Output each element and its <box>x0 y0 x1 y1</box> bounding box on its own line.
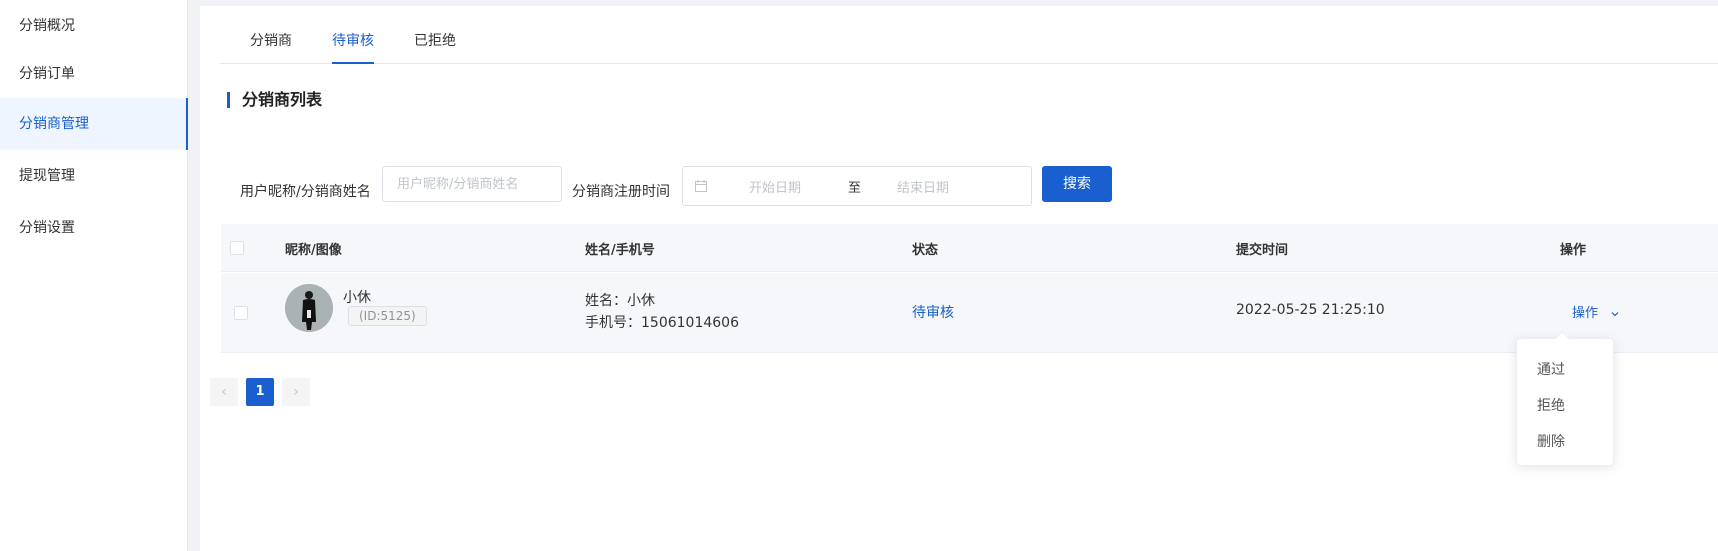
column-header-nickname: 昵称/图像 <box>285 243 342 258</box>
sidebar-item-label: 分销概况 <box>19 18 75 34</box>
pagination-prev-button[interactable]: ‹ <box>210 378 238 406</box>
chevron-down-icon <box>1611 311 1619 316</box>
avatar-figure-icon <box>285 284 333 332</box>
sidebar-item-label: 分销商管理 <box>19 116 89 132</box>
actions-label: 操作 <box>1572 306 1599 321</box>
sidebar: 分销概况 分销订单 分销商管理 提现管理 分销设置 <box>0 0 188 551</box>
sidebar-item-orders[interactable]: 分销订单 <box>0 48 188 100</box>
calendar-icon <box>695 180 707 192</box>
column-header-submit-time: 提交时间 <box>1236 243 1289 258</box>
pagination-next-button[interactable]: › <box>282 378 310 406</box>
actions-dropdown-menu: 通过 拒绝 删除 <box>1516 330 1614 466</box>
date-separator: 至 <box>848 181 862 196</box>
pagination-page-1[interactable]: 1 <box>246 378 274 406</box>
search-button[interactable]: 搜索 <box>1042 166 1112 202</box>
select-all-checkbox[interactable] <box>230 241 244 255</box>
sidebar-item-label: 提现管理 <box>19 168 75 184</box>
date-range-picker[interactable]: 开始日期 至 结束日期 <box>682 166 1032 206</box>
section-title: 分销商列表 <box>227 92 322 108</box>
menu-item-delete[interactable]: 删除 <box>1537 431 1565 451</box>
sidebar-item-label: 分销订单 <box>19 66 75 82</box>
end-date-input[interactable]: 结束日期 <box>897 177 949 196</box>
sidebar-item-label: 分销设置 <box>19 220 75 236</box>
menu-item-reject[interactable]: 拒绝 <box>1537 395 1565 415</box>
sidebar-item-overview[interactable]: 分销概况 <box>0 0 188 52</box>
tab-pending-review[interactable]: 待审核 <box>332 26 374 64</box>
table-row: 小休 (ID:5125) 姓名：小休 手机号：15061014606 待审核 2… <box>221 273 1718 353</box>
table-header: 昵称/图像 姓名/手机号 状态 提交时间 操作 <box>221 224 1718 272</box>
id-badge: (ID:5125) <box>348 306 427 326</box>
tab-rejected[interactable]: 已拒绝 <box>414 26 456 64</box>
status-badge: 待审核 <box>912 305 954 321</box>
column-header-name-phone: 姓名/手机号 <box>585 243 655 258</box>
name-search-input[interactable] <box>382 166 562 202</box>
nickname-text: 小休 <box>343 290 371 306</box>
sidebar-item-distributor-management[interactable]: 分销商管理 <box>0 98 188 150</box>
main-panel: 分销商 待审核 已拒绝 分销商列表 用户昵称/分销商姓名 分销商注册时间 开始日… <box>200 6 1718 551</box>
tab-bar: 分销商 待审核 已拒绝 <box>220 26 1718 64</box>
column-header-status: 状态 <box>912 243 939 258</box>
menu-item-approve[interactable]: 通过 <box>1537 359 1565 379</box>
sidebar-item-settings[interactable]: 分销设置 <box>0 202 188 254</box>
submit-time-text: 2022-05-25 21:25:10 <box>1236 302 1385 318</box>
phone-text: 手机号：15061014606 <box>585 315 739 331</box>
date-filter-label: 分销商注册时间 <box>572 184 670 200</box>
sidebar-item-withdrawal[interactable]: 提现管理 <box>0 150 188 202</box>
row-checkbox[interactable] <box>234 306 248 320</box>
actions-dropdown-trigger[interactable]: 操作 <box>1572 302 1620 321</box>
name-text: 姓名：小休 <box>585 293 655 309</box>
column-header-actions: 操作 <box>1560 243 1587 258</box>
name-filter-label: 用户昵称/分销商姓名 <box>240 184 371 200</box>
tab-distributors[interactable]: 分销商 <box>250 26 292 64</box>
start-date-input[interactable]: 开始日期 <box>749 177 801 196</box>
avatar <box>285 284 333 332</box>
